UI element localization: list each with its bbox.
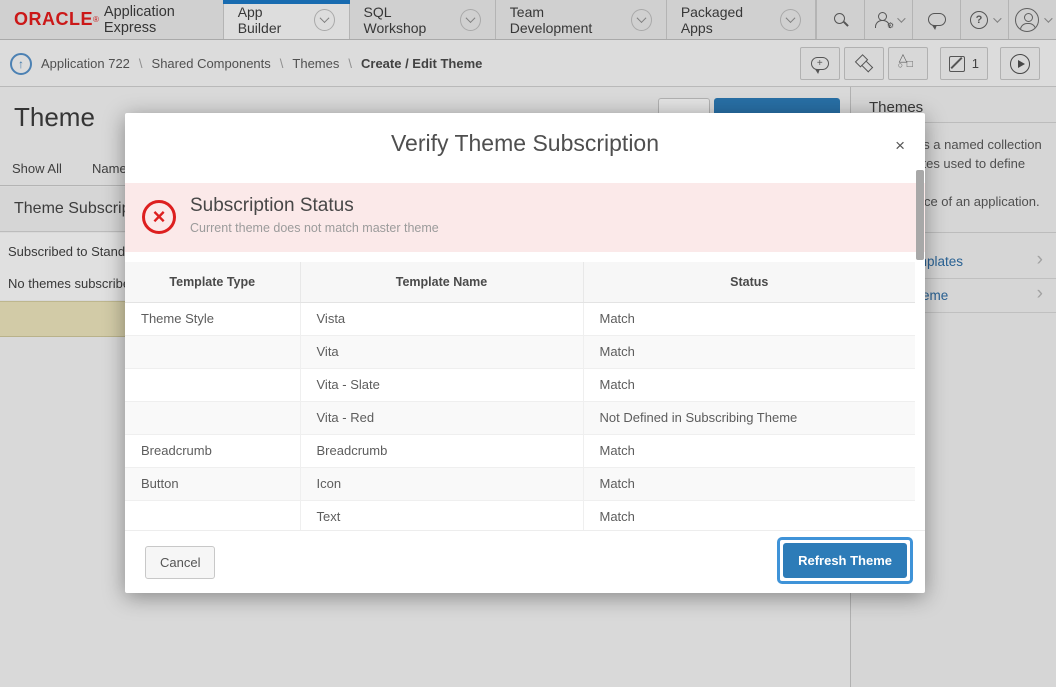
- column-status: Status: [583, 262, 915, 302]
- table-cell: [125, 401, 300, 434]
- table-cell: Breadcrumb: [300, 434, 583, 467]
- dialog-title: Verify Theme Subscription: [125, 130, 925, 157]
- error-icon: ×: [142, 200, 176, 234]
- table-row: TextMatch: [125, 500, 915, 530]
- subscription-status-alert: × Subscription Status Current theme does…: [125, 183, 925, 252]
- table-cell: Match: [583, 335, 915, 368]
- table-cell: Match: [583, 500, 915, 530]
- focus-ring: Refresh Theme: [777, 537, 913, 584]
- table-cell: [125, 500, 300, 530]
- table-cell: [125, 335, 300, 368]
- column-template-type: Template Type: [125, 262, 300, 302]
- table-cell: Vista: [300, 302, 583, 335]
- status-table: Template Type Template Name Status Theme…: [125, 262, 915, 530]
- table-cell: Vita: [300, 335, 583, 368]
- dialog-body: × Subscription Status Current theme does…: [125, 183, 925, 530]
- table-cell: Vita - Slate: [300, 368, 583, 401]
- table-row: Theme StyleVistaMatch: [125, 302, 915, 335]
- table-row: Vita - RedNot Defined in Subscribing The…: [125, 401, 915, 434]
- verify-theme-subscription-dialog: Verify Theme Subscription × × Subscripti…: [125, 113, 925, 593]
- close-icon[interactable]: ×: [895, 137, 905, 154]
- table-cell: [125, 368, 300, 401]
- table-cell: Icon: [300, 467, 583, 500]
- column-template-name: Template Name: [300, 262, 583, 302]
- table-row: ButtonIconMatch: [125, 467, 915, 500]
- table-cell: Match: [583, 302, 915, 335]
- status-table-body: Theme StyleVistaMatchVitaMatchVita - Sla…: [125, 302, 915, 530]
- alert-message: Current theme does not match master them…: [190, 221, 439, 235]
- scrollbar-thumb[interactable]: [916, 170, 924, 260]
- table-cell: Match: [583, 368, 915, 401]
- table-cell: Button: [125, 467, 300, 500]
- table-row: Vita - SlateMatch: [125, 368, 915, 401]
- refresh-theme-button[interactable]: Refresh Theme: [783, 543, 907, 578]
- table-cell: Breadcrumb: [125, 434, 300, 467]
- dialog-header: Verify Theme Subscription ×: [125, 113, 925, 183]
- table-cell: Vita - Red: [300, 401, 583, 434]
- cancel-button[interactable]: Cancel: [145, 546, 215, 579]
- table-cell: Theme Style: [125, 302, 300, 335]
- table-row: BreadcrumbBreadcrumbMatch: [125, 434, 915, 467]
- table-row: VitaMatch: [125, 335, 915, 368]
- alert-title: Subscription Status: [190, 195, 354, 217]
- table-cell: Match: [583, 434, 915, 467]
- dialog-footer: Cancel Refresh Theme: [125, 530, 925, 593]
- table-cell: Not Defined in Subscribing Theme: [583, 401, 915, 434]
- table-cell: Match: [583, 467, 915, 500]
- table-cell: Text: [300, 500, 583, 530]
- table-header-row: Template Type Template Name Status: [125, 262, 915, 302]
